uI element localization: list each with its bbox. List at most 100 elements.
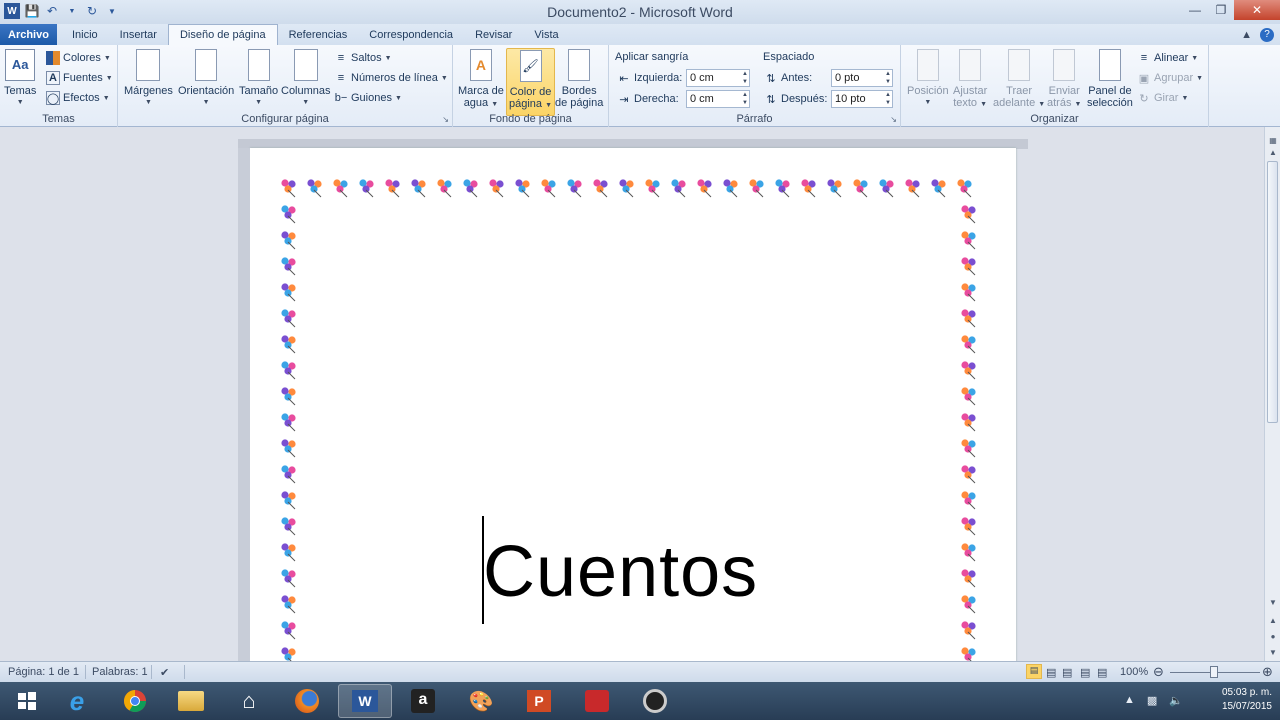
ajustar-texto-button[interactable]: Ajustar texto ▼ bbox=[953, 49, 987, 111]
chrome-icon[interactable] bbox=[108, 684, 162, 718]
izquierda-spinner[interactable]: 0 cm ▲ ▼ bbox=[686, 69, 750, 87]
document-text[interactable]: Cuentos bbox=[483, 531, 758, 613]
tab-referencias[interactable]: Referencias bbox=[278, 24, 359, 45]
page-count[interactable]: Página: 1 de 1 bbox=[8, 666, 79, 678]
girar-button[interactable]: ↻ Girar ▼ bbox=[1137, 89, 1188, 107]
margenes-button[interactable]: Márgenes ▼ bbox=[124, 49, 173, 109]
scroll-down-icon[interactable]: ▼ bbox=[1265, 595, 1280, 609]
columnas-button[interactable]: Columnas ▼ bbox=[281, 49, 331, 109]
orientacion-button[interactable]: Orientación ▼ bbox=[178, 49, 234, 109]
numeros-linea-button[interactable]: ≡ Números de línea ▼ bbox=[334, 69, 448, 87]
file-explorer-icon[interactable] bbox=[164, 684, 218, 718]
tab-diseno-de-pagina[interactable]: Diseño de página bbox=[167, 24, 278, 45]
spinner-arrows-icon[interactable]: ▲ ▼ bbox=[885, 70, 891, 86]
tamano-button[interactable]: Tamaño ▼ bbox=[239, 49, 278, 109]
tab-correspondencia[interactable]: Correspondencia bbox=[358, 24, 464, 45]
minimize-ribbon-icon[interactable]: ▲ bbox=[1241, 29, 1252, 41]
next-page-icon[interactable]: ▼ bbox=[1265, 645, 1280, 659]
derecha-spinner[interactable]: 0 cm ▲ ▼ bbox=[686, 90, 750, 108]
despues-spinner[interactable]: 10 pto ▲ ▼ bbox=[831, 90, 893, 108]
tab-revisar[interactable]: Revisar bbox=[464, 24, 523, 45]
bordes-de-pagina-button[interactable]: Bordes de página bbox=[555, 49, 603, 109]
word-count[interactable]: Palabras: 1 bbox=[92, 666, 148, 678]
document-page[interactable]: Cuentos bbox=[250, 148, 1016, 661]
powerpoint-icon[interactable]: P bbox=[512, 684, 566, 718]
start-button-icon[interactable] bbox=[0, 684, 54, 718]
web-layout-icon[interactable]: ▤ bbox=[1062, 666, 1072, 679]
antes-spinner[interactable]: 0 pto ▲ ▼ bbox=[831, 69, 893, 87]
scroll-thumb[interactable] bbox=[1267, 161, 1278, 423]
balloon-border-icon bbox=[281, 205, 296, 224]
panel-de-seleccion-button[interactable]: Panel de selección bbox=[1087, 49, 1133, 109]
group-label-parrafo: Párrafo bbox=[736, 113, 773, 125]
document-area[interactable]: Cuentos bbox=[0, 127, 1264, 661]
zoom-slider-thumb[interactable] bbox=[1210, 666, 1218, 678]
help-icon[interactable]: ? bbox=[1260, 27, 1274, 42]
word-taskbar-icon[interactable]: W bbox=[338, 684, 392, 718]
full-screen-reading-icon[interactable]: ▤ bbox=[1046, 666, 1056, 679]
restore-icon[interactable]: ❐ bbox=[1208, 0, 1234, 20]
outline-view-icon[interactable]: ▤ bbox=[1080, 666, 1090, 679]
indent-right-icon: ⇥ bbox=[619, 93, 629, 106]
print-layout-view-icon[interactable]: ▤ bbox=[1026, 664, 1042, 679]
enviar-atras-button[interactable]: Enviar atrás ▼ bbox=[1047, 49, 1081, 111]
izquierda-value: 0 cm bbox=[690, 72, 714, 84]
zoom-in-icon[interactable]: ⊕ bbox=[1262, 664, 1273, 680]
balloon-border-icon bbox=[437, 179, 452, 198]
fuentes-label: Fuentes bbox=[63, 72, 103, 84]
zoom-level[interactable]: 100% bbox=[1120, 666, 1148, 678]
colores-button[interactable]: Colores ▼ bbox=[46, 49, 111, 67]
paint-icon[interactable]: 🎨 bbox=[454, 684, 508, 718]
hyphenation-icon: b− bbox=[334, 92, 348, 104]
tab-inicio[interactable]: Inicio bbox=[61, 24, 109, 45]
tab-insertar[interactable]: Insertar bbox=[109, 24, 168, 45]
posicion-button[interactable]: Posición ▼ bbox=[907, 49, 949, 109]
draft-view-icon[interactable]: ▤ bbox=[1097, 666, 1107, 679]
clock[interactable]: 05:03 p. m. 15/07/2015 bbox=[1222, 686, 1272, 714]
girar-label: Girar bbox=[1154, 92, 1179, 104]
tab-vista[interactable]: Vista bbox=[523, 24, 569, 45]
show-hidden-icons-icon[interactable]: ▲ bbox=[1124, 694, 1135, 707]
agrupar-button[interactable]: ▣ Agrupar ▼ bbox=[1137, 69, 1203, 87]
temas-button[interactable]: Aa Temas ▼ bbox=[4, 49, 36, 109]
traer-adelante-button[interactable]: Traer adelante ▼ bbox=[993, 49, 1045, 111]
home-icon[interactable]: ⌂ bbox=[222, 684, 276, 718]
position-icon bbox=[916, 49, 939, 81]
title-bar: W 💾 ↶ ▼ ↻ ▼ Documento2 - Microsoft Word … bbox=[0, 0, 1280, 24]
camera-app-icon[interactable] bbox=[570, 684, 624, 718]
spinner-arrows-icon[interactable]: ▲ ▼ bbox=[742, 70, 748, 86]
spelling-check-icon[interactable]: ✔ bbox=[160, 666, 169, 679]
ribbon: Aa Temas ▼ Colores ▼ A Fuentes ▼ ◯ Efectos… bbox=[0, 45, 1280, 127]
alinear-label: Alinear bbox=[1154, 52, 1189, 64]
fuentes-button[interactable]: A Fuentes ▼ bbox=[46, 69, 113, 87]
efectos-button[interactable]: ◯ Efectos ▼ bbox=[46, 89, 110, 107]
scroll-up-icon[interactable]: ▲ bbox=[1265, 145, 1280, 159]
balloon-border-icon bbox=[961, 283, 976, 302]
dialog-launcher-icon[interactable]: ↘ bbox=[890, 115, 897, 124]
alinear-button[interactable]: ≡ Alinear ▼ bbox=[1137, 49, 1198, 67]
browse-object-icon[interactable]: ● bbox=[1265, 629, 1280, 643]
balloon-border-icon bbox=[697, 179, 712, 198]
media-app-icon[interactable] bbox=[628, 684, 682, 718]
previous-page-icon[interactable]: ▲ bbox=[1265, 613, 1280, 627]
spinner-arrows-icon[interactable]: ▲ ▼ bbox=[885, 91, 891, 107]
internet-explorer-icon[interactable]: e bbox=[50, 684, 104, 718]
balloon-border-icon bbox=[281, 543, 296, 562]
marca-de-agua-button[interactable]: A Marca de agua ▼ bbox=[458, 49, 504, 111]
amazon-icon[interactable]: a bbox=[396, 684, 450, 718]
dialog-launcher-icon[interactable]: ↘ bbox=[442, 115, 449, 124]
balloon-border-icon bbox=[961, 569, 976, 588]
network-icon[interactable]: ▩ bbox=[1147, 694, 1157, 707]
zoom-out-icon[interactable]: ⊖ bbox=[1153, 664, 1164, 680]
tab-archivo[interactable]: Archivo bbox=[0, 24, 57, 45]
minimize-icon[interactable]: — bbox=[1182, 0, 1208, 20]
firefox-icon[interactable] bbox=[280, 684, 334, 718]
traer-label-2: adelante bbox=[993, 97, 1036, 109]
color-de-pagina-button[interactable]: 🖌 Color de página ▼ bbox=[506, 48, 556, 116]
saltos-button[interactable]: ≡ Saltos ▼ bbox=[334, 49, 392, 67]
volume-icon[interactable]: 🔈 bbox=[1169, 694, 1183, 707]
guiones-button[interactable]: b− Guiones ▼ bbox=[334, 89, 402, 107]
close-icon[interactable]: ✕ bbox=[1234, 0, 1280, 20]
vertical-scrollbar[interactable]: ▦ ▲ ▼ ▲ ● ▼ bbox=[1264, 127, 1280, 661]
spinner-arrows-icon[interactable]: ▲ ▼ bbox=[742, 91, 748, 107]
